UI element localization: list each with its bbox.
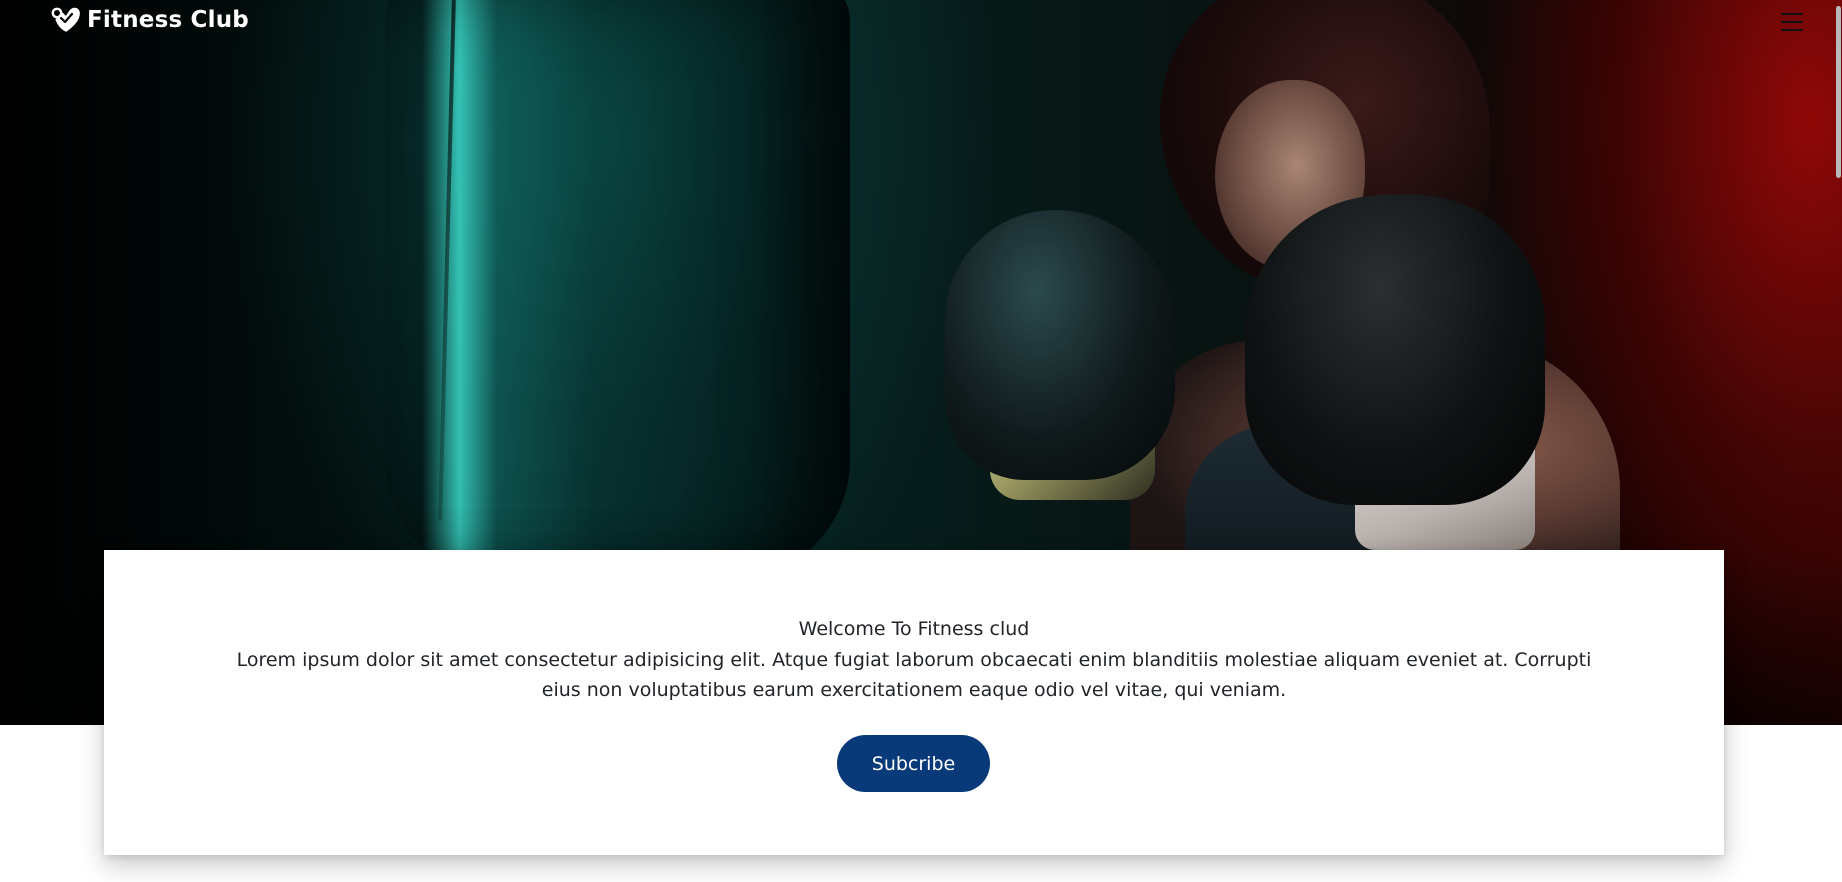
page: Fitness Club Welcome To Fitness clud Lor…: [0, 0, 1842, 882]
subscribe-button[interactable]: Subcribe: [837, 735, 990, 792]
punching-bag-graphic: [385, 0, 850, 580]
heart-check-icon: [51, 7, 81, 33]
welcome-body-text: Lorem ipsum dolor sit amet consectetur a…: [236, 649, 1592, 701]
boxer-graphic: [945, 0, 1675, 600]
hamburger-menu-icon: [1781, 13, 1803, 31]
left-boxing-glove: [945, 210, 1175, 480]
menu-toggle-button[interactable]: [1778, 10, 1808, 34]
welcome-title: Welcome To Fitness clud: [798, 618, 1030, 640]
right-boxing-glove: [1245, 195, 1545, 505]
brand-name: Fitness Club: [87, 7, 249, 33]
welcome-card: Welcome To Fitness clud Lorem ipsum dolo…: [104, 550, 1724, 855]
brand-link[interactable]: Fitness Club: [51, 7, 249, 33]
navbar: Fitness Club: [0, 0, 1842, 44]
scrollbar-thumb[interactable]: [1836, 6, 1841, 178]
